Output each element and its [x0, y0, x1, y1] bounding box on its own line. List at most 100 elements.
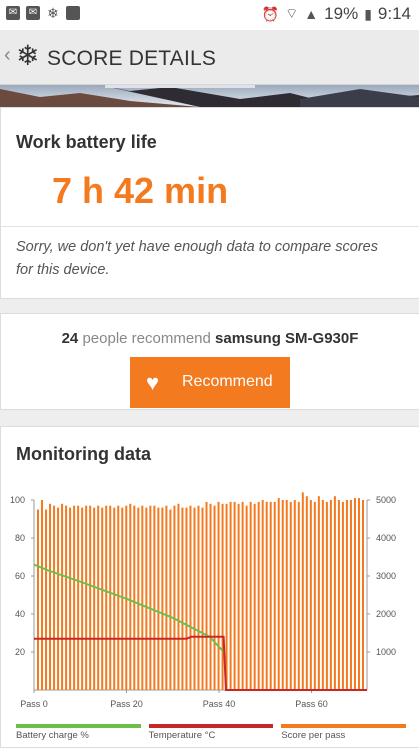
score-bar: [269, 501, 272, 690]
score-bar: [253, 503, 256, 690]
recommend-text: people recommend: [78, 330, 216, 347]
y-right-tick-label: 1000: [376, 647, 396, 657]
score-bar: [181, 507, 184, 690]
snowflake-logo-icon[interactable]: ❄: [16, 39, 39, 72]
score-bar: [225, 503, 228, 690]
score-bar: [213, 505, 216, 690]
device-name: samsung SM-G930F: [215, 330, 359, 347]
score-bar: [337, 500, 340, 690]
score-bar: [105, 505, 108, 690]
mail-icon: ✉: [6, 6, 20, 20]
score-bar: [53, 505, 56, 690]
score-bar: [277, 498, 280, 690]
score-bar: [221, 503, 224, 690]
score-bar: [77, 505, 80, 690]
score-bar: [329, 500, 332, 690]
x-tick-label: Pass 20: [110, 699, 143, 709]
score-bar: [333, 496, 336, 690]
score-bar: [353, 498, 356, 690]
score-bar: [309, 500, 312, 690]
score-bar: [161, 507, 164, 690]
score-bar: [121, 507, 124, 690]
score-bar: [297, 501, 300, 690]
battery-life-title: Work battery life: [16, 132, 157, 152]
score-bar: [321, 500, 324, 690]
score-bar: [65, 505, 68, 690]
score-bar: [185, 507, 188, 690]
signal-icon: ▲: [304, 6, 319, 22]
system-status: ⏰ ⌔ ▲ 19% ▮ 9:14: [262, 4, 411, 24]
score-bar: [265, 501, 268, 690]
score-bar: [249, 501, 252, 690]
score-bar: [57, 507, 60, 690]
recommend-button-label: Recommend: [182, 373, 273, 390]
battery-icon: ▮: [364, 5, 372, 22]
y-left-tick-label: 40: [15, 609, 25, 619]
score-bar: [141, 505, 144, 690]
score-bar: [145, 507, 148, 690]
monitoring-title: Monitoring data: [16, 444, 151, 464]
score-bar: [197, 505, 200, 690]
monitoring-card: Monitoring data 100 80 60 40 20 5000 4000 3000 2…: [0, 426, 419, 748]
score-bar: [109, 505, 112, 690]
y-left-tick-label: 60: [15, 571, 25, 581]
score-bar: [37, 509, 40, 690]
app-icon: [66, 6, 80, 20]
score-bar: [293, 500, 296, 690]
recommend-card: 24 people recommend samsung SM-G930F ♥ R…: [0, 313, 419, 410]
heart-icon: ♥: [146, 370, 160, 395]
x-tick-label: Pass 60: [295, 699, 328, 709]
score-bar: [209, 503, 212, 690]
battery-life-value: 7 h 42 min: [52, 170, 229, 211]
clock: 9:14: [377, 4, 411, 23]
header-banner-image: [0, 85, 419, 107]
score-bar: [241, 501, 244, 690]
score-bar: [173, 505, 176, 690]
battery-life-card: Work battery life 7 h 42 min Sorry, we d…: [0, 107, 419, 299]
score-bar: [313, 501, 316, 690]
battery-percent: 19%: [324, 4, 359, 23]
x-tick-label: Pass 40: [203, 699, 236, 709]
y-right-tick-label: 4000: [376, 533, 396, 543]
recommend-button[interactable]: ♥ Recommend: [130, 357, 290, 408]
score-bar: [101, 507, 104, 690]
score-bar: [349, 500, 352, 690]
legend-score: Score per pass: [281, 724, 407, 741]
score-bar: [257, 501, 260, 690]
score-bar: [97, 505, 100, 690]
score-bar: [85, 505, 88, 690]
score-bar: [149, 505, 152, 690]
score-bar: [137, 507, 140, 690]
back-chevron-icon[interactable]: ‹: [4, 44, 11, 67]
score-bar: [285, 500, 288, 690]
y-left-tick-label: 20: [15, 647, 25, 657]
chart-legend: Battery charge % Temperature °C Score pe…: [16, 724, 407, 741]
score-bar: [49, 503, 52, 690]
score-bar: [45, 509, 48, 690]
score-bar: [129, 503, 132, 690]
score-bar: [261, 500, 264, 690]
score-bar: [357, 498, 360, 690]
score-bar: [177, 503, 180, 690]
insufficient-data-message: Sorry, we don't yet have enough data to …: [16, 239, 378, 278]
monitoring-chart: 100 80 60 40 20 5000 4000 3000 2000 1000 Pass 0 Pas…: [10, 492, 396, 709]
y-left-tick-label: 100: [10, 495, 25, 505]
divider: [1, 226, 419, 227]
page-title: SCORE DETAILS: [47, 47, 217, 70]
x-tick-label: Pass 0: [20, 699, 48, 709]
alarm-icon: ⏰: [261, 5, 280, 22]
score-bar: [301, 492, 304, 690]
score-bar: [205, 501, 208, 690]
legend-battery: Battery charge %: [16, 724, 141, 741]
score-bar: [273, 501, 276, 690]
score-bar: [73, 505, 76, 690]
notification-icons: ✉ ✉ ❄: [6, 6, 80, 20]
snowflake-icon: ❄: [47, 5, 59, 21]
legend-temperature: Temperature °C: [148, 724, 274, 741]
score-bar: [341, 501, 344, 690]
score-bar: [201, 507, 204, 690]
score-bar: [289, 501, 292, 690]
score-bar: [361, 500, 364, 690]
score-bar: [317, 496, 320, 690]
score-bar: [157, 507, 160, 690]
